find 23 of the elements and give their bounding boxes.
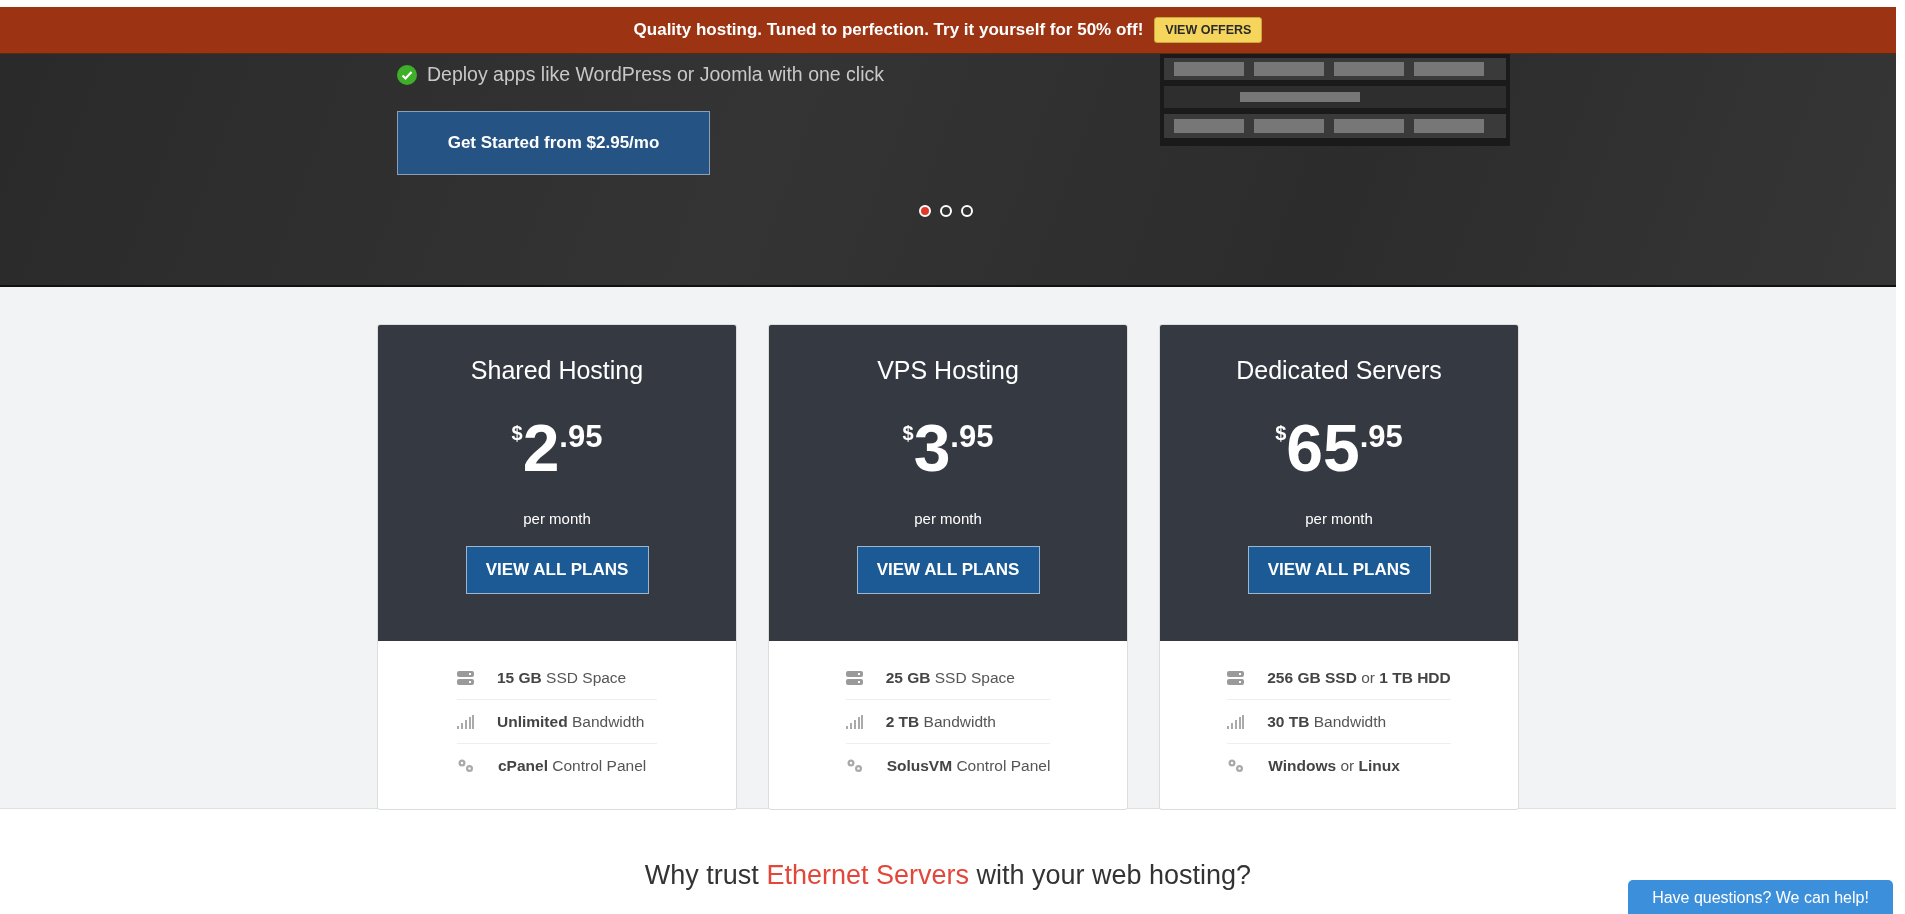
plan-feature-text: 25 GB SSD Space — [885, 668, 1015, 687]
price-period: per month — [914, 510, 982, 527]
view-all-plans-button[interactable]: VIEW ALL PLANS — [856, 546, 1040, 594]
plan-feature-text: 256 GB SSD or 1 TB HDD — [1267, 668, 1451, 687]
plan-feature-text: cPanel Control Panel — [498, 756, 647, 775]
plan-feature-text: 30 TB Bandwidth — [1267, 712, 1387, 731]
price-period: per month — [523, 510, 591, 527]
plan-feature-text: SolusVM Control Panel — [886, 756, 1051, 775]
price-period: per month — [1305, 510, 1373, 527]
plan-feature-text: 2 TB Bandwidth — [885, 712, 996, 731]
view-all-plans-button[interactable]: VIEW ALL PLANS — [1247, 546, 1431, 594]
plan-title: VPS Hosting — [877, 356, 1019, 385]
plan-feature-text: Windows or Linux — [1268, 756, 1400, 775]
section-heading: Why trust Ethernet Servers with your web hosting? — [644, 860, 1252, 891]
view-offers-button[interactable]: VIEW OFFERS — [1154, 17, 1263, 43]
promo-text: Quality hosting. Tuned to perfection. Try it yourself for 50% off! — [633, 20, 1144, 40]
plan-title: Dedicated Servers — [1236, 356, 1442, 385]
hero-feature-text: Deploy apps like WordPress or Joomla with one click — [427, 63, 884, 86]
plan-title: Shared Hosting — [470, 356, 644, 385]
view-all-plans-button[interactable]: VIEW ALL PLANS — [465, 546, 649, 594]
plan-feature-text: 15 GB SSD Space — [497, 668, 627, 687]
plan-feature-text: Unlimited Bandwidth — [497, 712, 645, 731]
get-started-button[interactable]: Get Started from $2.95/mo — [397, 111, 710, 175]
